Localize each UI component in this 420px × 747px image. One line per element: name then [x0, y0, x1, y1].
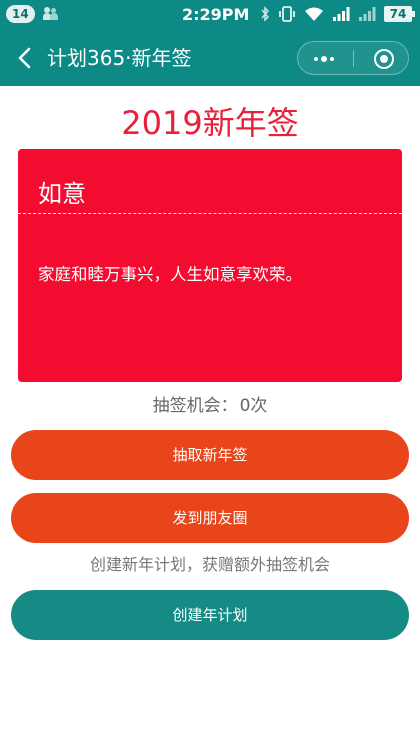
fortune-heading: 如意 — [38, 180, 86, 208]
draw-chance-count: 0次 — [239, 396, 268, 416]
people-icon — [42, 7, 59, 21]
more-dots-icon[interactable] — [311, 55, 341, 63]
nav-title: 计划365·新年签 — [47, 46, 192, 70]
nav-bar: 计划365·新年签 — [0, 30, 420, 86]
status-right: 74 — [260, 5, 415, 23]
promo-text: 创建新年计划，获赠额外抽签机会 — [89, 555, 330, 574]
draw-chance: 抽签机会： 0次 — [0, 394, 420, 418]
menu-capsule — [297, 41, 409, 75]
wifi-icon — [305, 7, 323, 21]
card-divider — [18, 213, 402, 214]
target-circle-icon[interactable] — [374, 49, 394, 69]
chevron-left-icon[interactable] — [10, 42, 42, 74]
fortune-text: 家庭和睦万事兴，人生如意享欢荣。 — [38, 265, 302, 284]
create-plan-button[interactable]: 创建年计划 — [11, 590, 409, 640]
bluetooth-icon — [261, 6, 270, 22]
draw-fortune-button[interactable]: 抽取新年签 — [11, 430, 409, 480]
status-left: 14 — [6, 5, 59, 23]
battery-icon: 74 — [384, 6, 415, 22]
page-title: 2019新年签 — [121, 104, 299, 142]
notification-badge: 14 — [6, 5, 35, 23]
vibrate-icon — [279, 6, 295, 22]
share-moments-button[interactable]: 发到朋友圈 — [11, 493, 409, 543]
status-time: 2:29PM — [182, 5, 250, 24]
draw-chance-label: 抽签机会： — [152, 396, 238, 416]
signal-icon — [333, 7, 350, 21]
fortune-card: 如意 家庭和睦万事兴，人生如意享欢荣。 — [18, 149, 402, 382]
capsule-divider — [353, 50, 354, 67]
signal-icon — [359, 7, 376, 21]
status-bar: 14 2:29PM 74 — [0, 0, 420, 30]
